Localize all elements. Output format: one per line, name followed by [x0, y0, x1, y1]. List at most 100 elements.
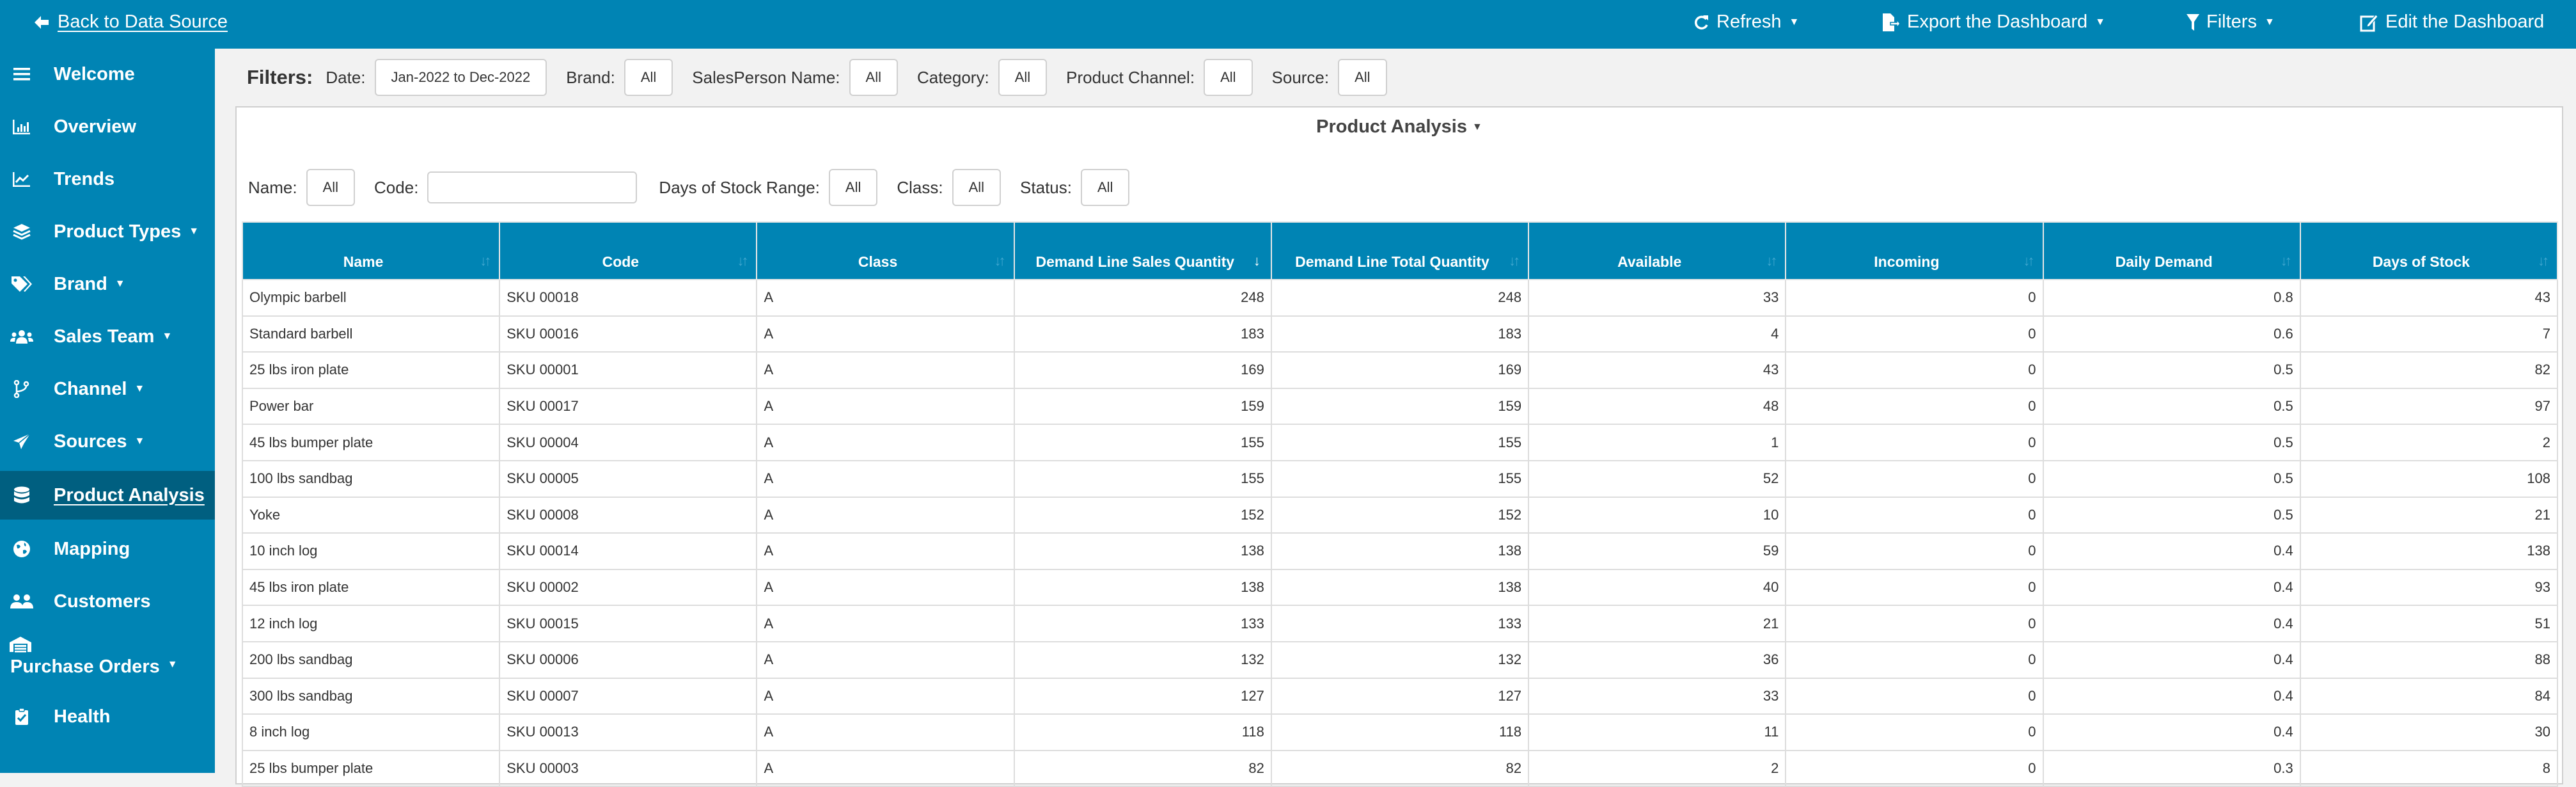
cell-demand-line-sales-quantity: 138 — [1013, 532, 1272, 570]
sidebar-item-sources[interactable]: Sources ▼ — [0, 418, 215, 465]
sidebar: Welcome Overview Trends Product Types ▼ B… — [0, 49, 215, 773]
cell-class: A — [756, 351, 1015, 389]
product-channel-filter-label: Product Channel: — [1066, 67, 1195, 87]
sidebar-item-purchase-orders[interactable]: Purchase Orders ▼ — [0, 624, 215, 688]
table-row[interactable]: 10 inch log SKU 00014 A 138 138 59 0 0.4 138 — [241, 532, 2559, 570]
sort-icon[interactable]: ↓↑ — [2281, 250, 2292, 271]
cell-demand-line-sales-quantity: 118 — [1013, 713, 1272, 751]
sort-icon[interactable]: ↓↑ — [2538, 250, 2549, 271]
refresh-icon — [1693, 13, 1710, 31]
sidebar-item-sales-team[interactable]: Sales Team ▼ — [0, 314, 215, 360]
cell-available: 11 — [1528, 713, 1787, 751]
sidebar-item-product-analysis[interactable]: Product Analysis — [0, 471, 215, 520]
column-header[interactable]: Incoming ↓↑ — [1785, 221, 2044, 280]
cell-demand-line-total-quantity: 248 — [1270, 279, 1530, 317]
column-header[interactable]: Days of Stock ↓↑ — [2299, 221, 2559, 280]
sort-desc-icon[interactable]: ↓ — [1253, 250, 1261, 271]
tags-icon — [9, 276, 35, 292]
sidebar-item-welcome[interactable]: Welcome — [0, 51, 215, 97]
cell-demand-line-total-quantity: 155 — [1270, 459, 1530, 498]
cell-demand-line-total-quantity: 159 — [1270, 387, 1530, 425]
cell-days-of-stock: 2 — [2299, 424, 2559, 461]
column-header[interactable]: Demand Line Total Quantity ↓↑ — [1270, 221, 1530, 280]
back-to-data-source-link[interactable]: Back to Data Source — [33, 12, 228, 33]
table-row[interactable]: Yoke SKU 00008 A 152 152 10 0 0.5 21 — [241, 496, 2559, 534]
filter-icon — [2186, 13, 2200, 31]
date-filter-label: Date: — [326, 67, 366, 87]
cell-available: 1 — [1528, 424, 1787, 461]
cell-demand-line-sales-quantity: 248 — [1013, 279, 1272, 317]
product-channel-filter-button[interactable]: All — [1204, 59, 1253, 96]
table-row[interactable]: 200 lbs sandbag SKU 00006 A 132 132 36 0 0.4 88 — [241, 640, 2559, 679]
column-header[interactable]: Name ↓↑ — [241, 221, 501, 280]
export-dashboard-button[interactable]: Export the Dashboard ▼ — [1881, 12, 2105, 33]
name-filter-button[interactable]: All — [306, 169, 356, 206]
salesperson-filter-button[interactable]: All — [849, 59, 898, 96]
cell-incoming: 0 — [1785, 568, 2044, 607]
source-filter-button[interactable]: All — [1338, 59, 1387, 96]
table-row[interactable]: 100 lbs sandbag SKU 00005 A 155 155 52 0 0.5 108 — [241, 459, 2559, 498]
table-row[interactable]: 300 lbs sandbag SKU 00007 A 127 127 33 0 0.4 84 — [241, 677, 2559, 715]
branch-icon — [9, 380, 35, 398]
bar-chart-icon — [9, 119, 35, 134]
salesperson-filter-label: SalesPerson Name: — [692, 67, 840, 87]
cell-name: 8 inch log — [241, 713, 501, 751]
cell-demand-line-total-quantity: 118 — [1270, 713, 1530, 751]
brand-filter-button[interactable]: All — [624, 59, 673, 96]
column-header[interactable]: Code ↓↑ — [499, 221, 758, 280]
cell-days-of-stock: 84 — [2299, 677, 2559, 715]
column-header[interactable]: Class ↓↑ — [756, 221, 1015, 280]
sidebar-item-mapping[interactable]: Mapping — [0, 526, 215, 572]
cell-days-of-stock: 82 — [2299, 351, 2559, 389]
column-header[interactable]: Daily Demand ↓↑ — [2042, 221, 2301, 280]
cell-incoming: 0 — [1785, 677, 2044, 715]
sidebar-item-brand[interactable]: Brand ▼ — [0, 261, 215, 307]
table-row[interactable]: Olympic barbell SKU 00018 A 248 248 33 0 0.8 43 — [241, 279, 2559, 317]
sort-icon[interactable]: ↓↑ — [480, 250, 491, 271]
sort-icon[interactable]: ↓↑ — [2023, 250, 2035, 271]
table-row[interactable]: Standard barbell SKU 00016 A 183 183 4 0 0.6 7 — [241, 315, 2559, 353]
cell-days-of-stock: 30 — [2299, 713, 2559, 751]
column-header-label: Demand Line Sales Quantity — [1035, 253, 1235, 270]
sort-icon[interactable]: ↓↑ — [994, 250, 1006, 271]
table-row[interactable]: Power bar SKU 00017 A 159 159 48 0 0.5 97 — [241, 387, 2559, 425]
cell-incoming: 0 — [1785, 459, 2044, 498]
sort-icon[interactable]: ↓↑ — [1509, 250, 1520, 271]
refresh-button[interactable]: Refresh ▼ — [1693, 12, 1799, 33]
days-of-stock-range-button[interactable]: All — [828, 169, 878, 206]
edit-dashboard-button[interactable]: Edit the Dashboard — [2360, 12, 2544, 33]
warehouse-icon — [9, 636, 32, 653]
filters-menu-button[interactable]: Filters ▼ — [2186, 12, 2275, 33]
table-row[interactable]: 8 inch log SKU 00013 A 118 118 11 0 0.4 30 — [241, 713, 2559, 751]
sidebar-item-product-types[interactable]: Product Types ▼ — [0, 209, 215, 255]
cell-available: 59 — [1528, 532, 1787, 570]
sidebar-item-health[interactable]: Health — [0, 694, 215, 740]
cell-daily-demand: 0.4 — [2042, 532, 2301, 570]
table-row[interactable]: 25 lbs iron plate SKU 00001 A 169 169 43 0 0.5 8… — [241, 351, 2559, 389]
sidebar-item-trends[interactable]: Trends — [0, 156, 215, 202]
column-header[interactable]: Available ↓↑ — [1528, 221, 1787, 280]
cell-code: SKU 00016 — [499, 315, 758, 353]
code-filter-input[interactable] — [427, 171, 638, 203]
sidebar-item-overview[interactable]: Overview — [0, 104, 215, 150]
sort-icon[interactable]: ↓↑ — [1766, 250, 1777, 271]
sidebar-item-customers[interactable]: Customers — [0, 578, 215, 624]
table-row[interactable]: 45 lbs iron plate SKU 00002 A 138 138 40 0 0.4 9… — [241, 568, 2559, 607]
cell-code: SKU 00008 — [499, 496, 758, 534]
panel-title-dropdown[interactable]: Product Analysis ▼ — [237, 116, 2562, 138]
cell-demand-line-total-quantity: 169 — [1270, 351, 1530, 389]
cell-code: SKU 00002 — [499, 568, 758, 607]
caret-down-icon: ▼ — [2264, 16, 2275, 28]
cell-available: 43 — [1528, 351, 1787, 389]
date-filter-button[interactable]: Jan-2022 to Dec-2022 — [374, 59, 547, 96]
column-header[interactable]: Demand Line Sales Quantity ↓ — [1013, 221, 1272, 280]
sidebar-item-channel[interactable]: Channel ▼ — [0, 366, 215, 412]
menu-icon — [9, 67, 35, 81]
status-filter-button[interactable]: All — [1080, 169, 1130, 206]
table-row[interactable]: 25 lbs bumper plate SKU 00003 A 82 82 2 0 0.3 8 — [241, 749, 2559, 787]
table-row[interactable]: 12 inch log SKU 00015 A 133 133 21 0 0.4 51 — [241, 605, 2559, 642]
class-filter-button[interactable]: All — [952, 169, 1001, 206]
category-filter-button[interactable]: All — [998, 59, 1048, 96]
table-row[interactable]: 45 lbs bumper plate SKU 00004 A 155 155 1 0 0.5… — [241, 424, 2559, 461]
sort-icon[interactable]: ↓↑ — [737, 250, 748, 271]
